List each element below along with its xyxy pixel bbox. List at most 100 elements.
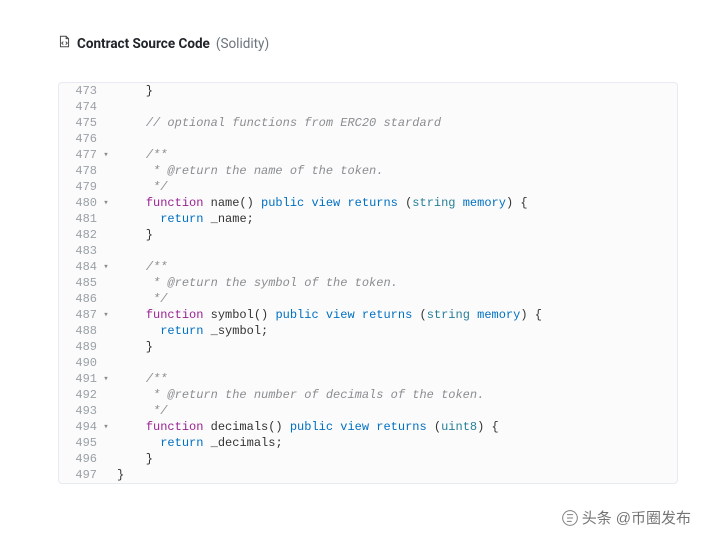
fold-marker	[101, 355, 111, 371]
fold-marker[interactable]: ▾	[101, 195, 111, 211]
fold-marker	[101, 339, 111, 355]
line-number: 476	[59, 131, 101, 147]
file-code-icon	[58, 35, 71, 52]
code-text: return _symbol;	[111, 323, 268, 339]
code-line: 496 }	[59, 451, 677, 467]
code-text: */	[111, 291, 167, 307]
fold-marker[interactable]: ▾	[101, 371, 111, 387]
code-text: /**	[111, 147, 167, 163]
code-text: /**	[111, 371, 167, 387]
code-line: 490	[59, 355, 677, 371]
fold-marker	[101, 467, 111, 483]
code-line: 487▾ function symbol() public view retur…	[59, 307, 677, 323]
line-number: 474	[59, 99, 101, 115]
line-number: 494	[59, 419, 101, 435]
code-line: 475 // optional functions from ERC20 sta…	[59, 115, 677, 131]
code-text: }	[111, 339, 153, 355]
code-text: }	[111, 227, 153, 243]
fold-marker[interactable]: ▾	[101, 147, 111, 163]
code-text: * @return the symbol of the token.	[111, 275, 398, 291]
code-line: 478 * @return the name of the token.	[59, 163, 677, 179]
code-text: return _decimals;	[111, 435, 283, 451]
fold-marker	[101, 323, 111, 339]
line-number: 481	[59, 211, 101, 227]
fold-marker	[101, 403, 111, 419]
code-text: // optional functions from ERC20 stardar…	[111, 115, 441, 131]
line-number: 483	[59, 243, 101, 259]
code-line: 484▾ /**	[59, 259, 677, 275]
code-text	[111, 99, 117, 115]
code-line: 495 return _decimals;	[59, 435, 677, 451]
line-number: 489	[59, 339, 101, 355]
watermark: 头条@币圈发布	[562, 507, 691, 528]
code-line: 494▾ function decimals() public view ret…	[59, 419, 677, 435]
fold-marker	[101, 163, 111, 179]
code-line: 479 */	[59, 179, 677, 195]
code-text: return _name;	[111, 211, 254, 227]
code-line: 476	[59, 131, 677, 147]
code-line: 483	[59, 243, 677, 259]
code-text	[111, 355, 117, 371]
line-number: 475	[59, 115, 101, 131]
line-number: 495	[59, 435, 101, 451]
line-number: 487	[59, 307, 101, 323]
watermark-handle: @币圈发布	[616, 507, 691, 528]
line-number: 477	[59, 147, 101, 163]
code-text: * @return the number of decimals of the …	[111, 387, 484, 403]
fold-marker[interactable]: ▾	[101, 259, 111, 275]
line-number: 496	[59, 451, 101, 467]
fold-marker	[101, 451, 111, 467]
code-line: 477▾ /**	[59, 147, 677, 163]
code-text: */	[111, 179, 167, 195]
fold-marker	[101, 243, 111, 259]
fold-marker	[101, 291, 111, 307]
code-line: 485 * @return the symbol of the token.	[59, 275, 677, 291]
code-text: function name() public view returns (str…	[111, 195, 528, 211]
fold-marker	[101, 99, 111, 115]
code-text: function decimals() public view returns …	[111, 419, 499, 435]
line-number: 491	[59, 371, 101, 387]
code-text	[111, 243, 117, 259]
line-number: 478	[59, 163, 101, 179]
code-line: 486 */	[59, 291, 677, 307]
code-text: }	[111, 467, 124, 483]
line-number: 485	[59, 275, 101, 291]
fold-marker	[101, 435, 111, 451]
line-number: 497	[59, 467, 101, 483]
code-text: * @return the name of the token.	[111, 163, 383, 179]
source-code-viewer[interactable]: 473 }474475 // optional functions from E…	[58, 82, 678, 484]
code-line: 480▾ function name() public view returns…	[59, 195, 677, 211]
code-line: 482 }	[59, 227, 677, 243]
line-number: 482	[59, 227, 101, 243]
fold-marker	[101, 131, 111, 147]
line-number: 486	[59, 291, 101, 307]
fold-marker	[101, 387, 111, 403]
fold-marker	[101, 179, 111, 195]
line-number: 488	[59, 323, 101, 339]
code-text: }	[111, 83, 153, 99]
fold-marker[interactable]: ▾	[101, 307, 111, 323]
code-line: 474	[59, 99, 677, 115]
line-number: 473	[59, 83, 101, 99]
fold-marker	[101, 227, 111, 243]
code-text	[111, 131, 117, 147]
code-line: 489 }	[59, 339, 677, 355]
section-heading: Contract Source Code (Solidity)	[58, 35, 701, 52]
code-line: 481 return _name;	[59, 211, 677, 227]
fold-marker[interactable]: ▾	[101, 419, 111, 435]
line-number: 492	[59, 387, 101, 403]
code-line: 492 * @return the number of decimals of …	[59, 387, 677, 403]
code-line: 497}	[59, 467, 677, 483]
code-text: /**	[111, 259, 167, 275]
code-line: 493 */	[59, 403, 677, 419]
heading-subtitle: (Solidity)	[216, 36, 269, 52]
code-line: 488 return _symbol;	[59, 323, 677, 339]
line-number: 484	[59, 259, 101, 275]
line-number: 480	[59, 195, 101, 211]
code-text: }	[111, 451, 153, 467]
fold-marker	[101, 83, 111, 99]
fold-marker	[101, 115, 111, 131]
code-line: 473 }	[59, 83, 677, 99]
line-number: 493	[59, 403, 101, 419]
watermark-prefix: 头条	[582, 507, 612, 528]
